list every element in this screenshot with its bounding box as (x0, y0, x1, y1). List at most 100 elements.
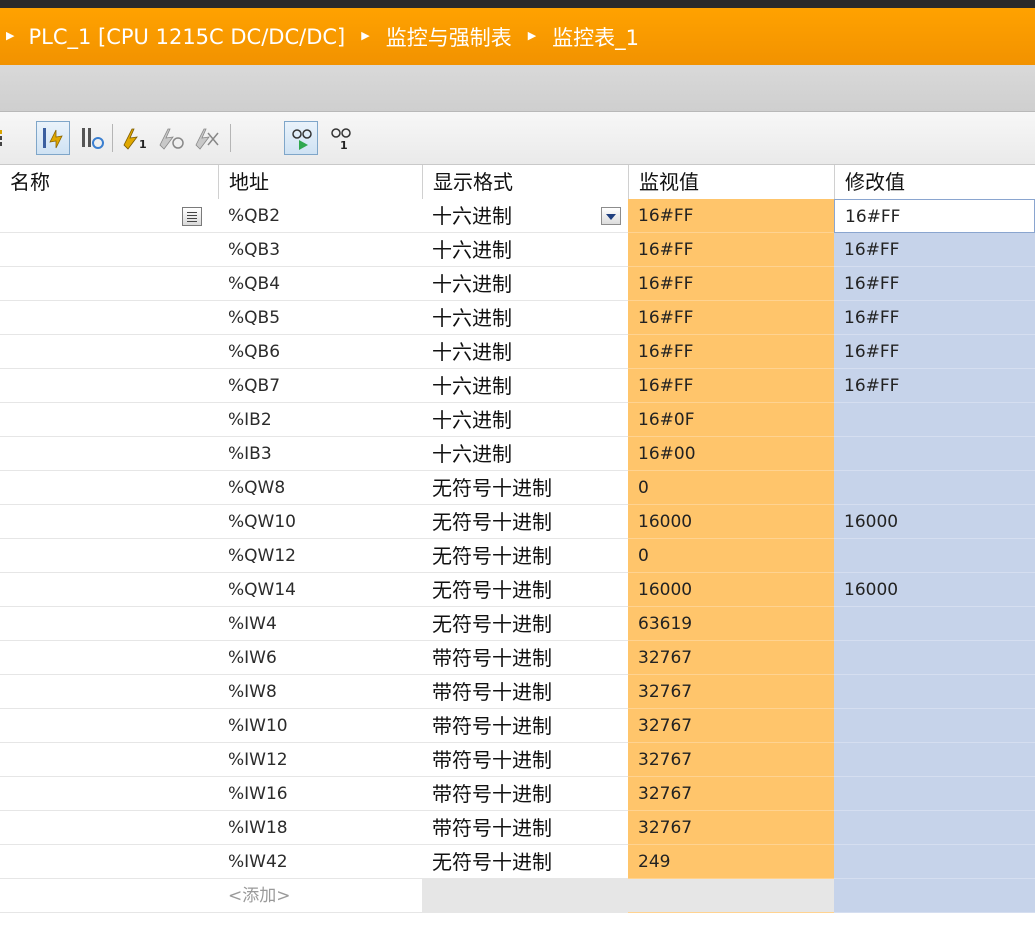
column-header-modify-value[interactable]: 修改值 (834, 165, 1035, 199)
monitor-all-toggle-icon[interactable] (284, 121, 318, 155)
format-cell[interactable]: 带符号十进制 (422, 641, 628, 675)
name-cell[interactable] (0, 335, 218, 369)
address-cell[interactable]: %QW14 (218, 573, 422, 607)
modify-value-cell[interactable] (834, 845, 1035, 879)
address-cell[interactable]: %QB6 (218, 335, 422, 369)
format-cell[interactable]: 无符号十进制 (422, 607, 628, 641)
table-row[interactable]: %IW8 带符号十进制 32767 (0, 675, 1035, 709)
table-row[interactable]: %QW10 无符号十进制 16000 16000 (0, 505, 1035, 539)
address-cell[interactable]: %IB2 (218, 403, 422, 437)
modify-value-cell[interactable]: 16000 (834, 505, 1035, 539)
name-cell[interactable] (0, 573, 218, 607)
address-cell[interactable]: %QW10 (218, 505, 422, 539)
column-header-format[interactable]: 显示格式 (422, 165, 628, 199)
modify-value-cell[interactable]: 16#FF (834, 233, 1035, 267)
name-cell[interactable] (0, 845, 218, 879)
table-row[interactable]: %QB3 十六进制 16#FF 16#FF (0, 233, 1035, 267)
column-header-name[interactable]: 名称 (0, 165, 218, 199)
modify-value-cell[interactable] (834, 811, 1035, 845)
modify-value-cell[interactable]: 16#FF (834, 369, 1035, 403)
format-cell[interactable]: 带符号十进制 (422, 675, 628, 709)
table-row[interactable]: %QW14 无符号十进制 16000 16000 (0, 573, 1035, 607)
address-cell[interactable]: %QW8 (218, 471, 422, 505)
format-cell[interactable]: 无符号十进制 (422, 845, 628, 879)
name-cell[interactable] (0, 199, 218, 233)
column-header-address[interactable]: 地址 (218, 165, 422, 199)
modify-value-cell[interactable] (834, 743, 1035, 777)
monitor-all-icon[interactable] (36, 121, 70, 155)
table-row[interactable]: %IW42 无符号十进制 249 (0, 845, 1035, 879)
monitor-once-glasses-icon[interactable]: 1 (324, 121, 358, 155)
address-cell[interactable]: %IW16 (218, 777, 422, 811)
table-row[interactable]: %QB2 十六进制 16#FF 16#FF (0, 199, 1035, 233)
table-row[interactable]: %IW16 带符号十进制 32767 (0, 777, 1035, 811)
name-cell[interactable] (0, 675, 218, 709)
modify-value-cell[interactable] (834, 539, 1035, 573)
name-cell[interactable] (0, 267, 218, 301)
modify-value-cell[interactable] (834, 471, 1035, 505)
format-cell[interactable]: 带符号十进制 (422, 743, 628, 777)
column-header-monitor-value[interactable]: 监视值 (628, 165, 834, 199)
table-row[interactable]: %IB2 十六进制 16#0F (0, 403, 1035, 437)
format-cell[interactable]: 十六进制 (422, 267, 628, 301)
table-row[interactable]: %IW10 带符号十进制 32767 (0, 709, 1035, 743)
breadcrumb-item-watch-table-1[interactable]: 监控表_1 (552, 22, 639, 52)
modify-value-cell[interactable] (834, 437, 1035, 471)
format-cell[interactable]: 十六进制 (422, 403, 628, 437)
name-cell[interactable] (0, 471, 218, 505)
address-cell[interactable]: %IW10 (218, 709, 422, 743)
modify-now-icon[interactable]: 1 (118, 121, 152, 155)
insert-row-icon[interactable] (0, 121, 16, 155)
modify-value-cell[interactable] (834, 641, 1035, 675)
name-cell[interactable] (0, 607, 218, 641)
add-row[interactable]: <添加> (0, 879, 1035, 913)
table-row[interactable]: %IW4 无符号十进制 63619 (0, 607, 1035, 641)
address-cell[interactable]: %IW18 (218, 811, 422, 845)
table-row[interactable]: %IW12 带符号十进制 32767 (0, 743, 1035, 777)
address-cell[interactable]: %QW12 (218, 539, 422, 573)
modify-value-cell[interactable]: 16#FF (834, 199, 1035, 233)
format-cell[interactable]: 十六进制 (422, 199, 628, 233)
table-row[interactable]: %QW12 无符号十进制 0 (0, 539, 1035, 573)
address-cell[interactable]: %IW6 (218, 641, 422, 675)
breadcrumb-item-plc[interactable]: PLC_1 [CPU 1215C DC/DC/DC] (28, 25, 345, 49)
format-cell[interactable]: 十六进制 (422, 437, 628, 471)
table-row[interactable]: %IW6 带符号十进制 32767 (0, 641, 1035, 675)
address-cell[interactable]: %QB3 (218, 233, 422, 267)
name-cell[interactable] (0, 641, 218, 675)
modify-value-cell[interactable] (834, 709, 1035, 743)
address-cell[interactable]: %IW42 (218, 845, 422, 879)
address-cell[interactable]: %QB2 (218, 199, 422, 233)
modify-value-cell[interactable] (834, 777, 1035, 811)
modify-value-cell[interactable] (834, 607, 1035, 641)
modify-value-cell[interactable]: 16#FF (834, 301, 1035, 335)
table-row[interactable]: %QB4 十六进制 16#FF 16#FF (0, 267, 1035, 301)
modify-value-cell[interactable] (834, 879, 1035, 913)
modify-trigger-icon[interactable] (154, 121, 188, 155)
format-cell[interactable]: 十六进制 (422, 301, 628, 335)
format-cell[interactable]: 十六进制 (422, 233, 628, 267)
table-row[interactable]: %QW8 无符号十进制 0 (0, 471, 1035, 505)
table-row[interactable]: %QB6 十六进制 16#FF 16#FF (0, 335, 1035, 369)
table-row[interactable]: %IW18 带符号十进制 32767 (0, 811, 1035, 845)
add-row-label[interactable]: <添加> (218, 879, 422, 913)
name-cell[interactable] (0, 505, 218, 539)
table-row[interactable]: %QB7 十六进制 16#FF 16#FF (0, 369, 1035, 403)
name-cell[interactable] (0, 403, 218, 437)
address-cell[interactable]: %QB4 (218, 267, 422, 301)
address-cell[interactable]: %QB5 (218, 301, 422, 335)
name-cell[interactable] (0, 369, 218, 403)
format-cell[interactable]: 带符号十进制 (422, 811, 628, 845)
monitor-once-icon[interactable] (74, 121, 108, 155)
address-cell[interactable]: %QB7 (218, 369, 422, 403)
address-cell[interactable]: %IW4 (218, 607, 422, 641)
modify-value-cell[interactable]: 16#FF (834, 267, 1035, 301)
table-row[interactable]: %IB3 十六进制 16#00 (0, 437, 1035, 471)
name-cell[interactable] (0, 437, 218, 471)
modify-value-cell[interactable] (834, 675, 1035, 709)
name-cell[interactable] (0, 709, 218, 743)
modify-value-cell[interactable]: 16#FF (834, 335, 1035, 369)
address-cell[interactable]: %IB3 (218, 437, 422, 471)
table-row[interactable]: %QB5 十六进制 16#FF 16#FF (0, 301, 1035, 335)
breadcrumb-item-watch-force-tables[interactable]: 监控与强制表 (386, 22, 512, 52)
